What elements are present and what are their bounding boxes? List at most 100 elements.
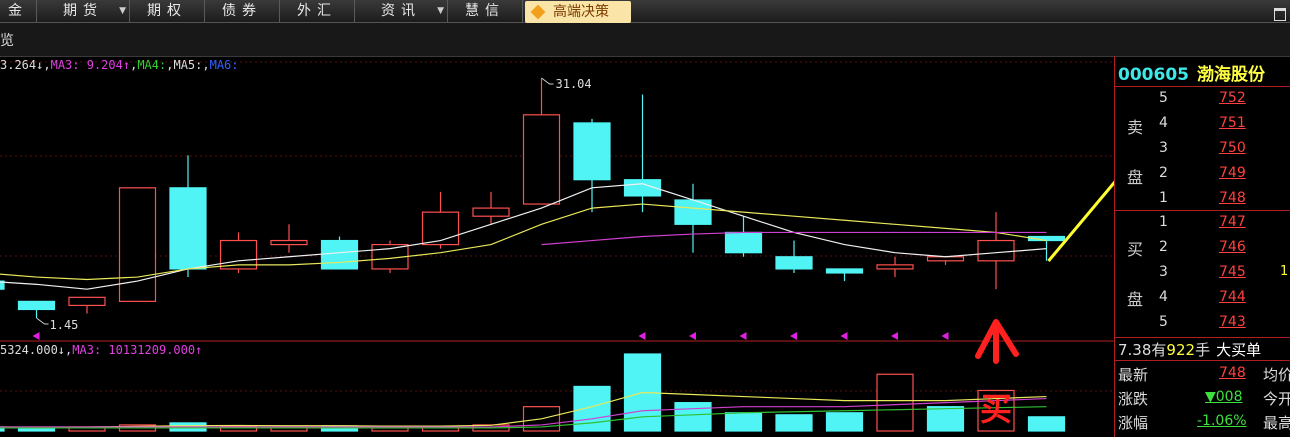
divider	[1115, 360, 1290, 361]
menu-item-futures[interactable]: 期货 ▼	[37, 0, 130, 22]
candle-body	[421, 211, 460, 246]
buy-level-number: 3	[1159, 264, 1168, 280]
dropdown-arrow-icon[interactable]: ▼	[437, 0, 444, 22]
volume-bar	[825, 412, 864, 432]
buy-level-price[interactable]: 746	[1219, 239, 1246, 255]
low-pointer	[36, 317, 49, 325]
stock-name: 渤海股份	[1196, 65, 1265, 85]
big-order-has: 有	[1151, 341, 1167, 359]
candle-body	[876, 264, 914, 270]
premium-label: 高端决策	[553, 4, 609, 20]
ma4-label: MA4:	[137, 58, 167, 72]
kline-chart[interactable]: 31.04 1.45 买	[0, 56, 1114, 437]
sell-level-price[interactable]: 750	[1219, 140, 1246, 156]
divider	[1115, 86, 1290, 87]
signal-marker-icon	[32, 332, 40, 340]
dropdown-arrow-icon[interactable]: ▼	[119, 0, 126, 22]
buy-level-number: 2	[1159, 239, 1168, 255]
buy-level-price[interactable]: 747	[1219, 214, 1246, 230]
divider	[1115, 337, 1290, 338]
candle-body	[775, 256, 813, 270]
sell-level-price[interactable]: 751	[1219, 115, 1246, 131]
high-pointer	[541, 77, 554, 85]
big-order-count: 922	[1166, 341, 1196, 359]
price-ma-legend: 3.264↓,MA3: 9.204↑,MA4:,MA5:,MA6:	[0, 58, 239, 72]
menu-item-news[interactable]: 资讯 ▼	[355, 0, 448, 22]
signal-marker-icon	[689, 332, 696, 340]
candle-body	[320, 239, 359, 270]
big-order-line[interactable]: 7.38有922手 大买单	[1118, 339, 1261, 360]
buy-label: 盘	[1127, 290, 1144, 309]
sell-level-price[interactable]: 752	[1219, 90, 1246, 106]
signal-marker-icon	[941, 332, 949, 340]
candle-body	[522, 114, 561, 205]
big-order-unit: 手	[1195, 341, 1211, 359]
sell-level-number: 4	[1159, 115, 1168, 131]
candle-body	[17, 300, 56, 311]
menu-item-bonds[interactable]: 债券	[205, 0, 280, 22]
ma5-label: MA5:	[173, 58, 203, 72]
vol-ma3-value: 10131209.000↑	[108, 343, 203, 357]
hand-drawn-buy-arrow-icon	[975, 319, 1019, 364]
sell-label: 盘	[1127, 168, 1144, 187]
volume-bar	[724, 412, 763, 432]
vol-ma2-value: 5324.000↓	[0, 343, 66, 357]
avg-label: 均价	[1263, 366, 1290, 384]
vol-ma3-label: MA3:	[72, 343, 102, 357]
big-order-text: 大买单	[1216, 341, 1262, 359]
sell-level-price[interactable]: 748	[1219, 190, 1246, 206]
latest-value: 748	[1219, 365, 1246, 381]
menu-label: 期权	[147, 3, 187, 19]
yellow-pointer-arrow	[1047, 180, 1114, 262]
menu-item-gold[interactable]: 金	[0, 0, 37, 22]
signal-marker-icon	[891, 332, 898, 340]
buy-level-price[interactable]: 743	[1219, 314, 1246, 330]
candle-body	[472, 207, 510, 217]
hand-drawn-buy-text: 买	[980, 390, 1012, 428]
sell-level-number: 1	[1159, 190, 1168, 206]
volume-bar	[775, 414, 813, 432]
change-label: 涨跌	[1118, 390, 1149, 408]
signal-marker-icon	[790, 332, 797, 340]
menu-item-forex[interactable]: 外汇	[280, 0, 355, 22]
menu-label: 期货	[63, 3, 103, 19]
diamond-icon	[530, 4, 546, 20]
candle-body	[977, 239, 1015, 262]
sell-level-price[interactable]: 749	[1219, 165, 1246, 181]
candle-body	[169, 187, 207, 270]
pct-value: -1.06%	[1197, 413, 1247, 429]
buy-level-price[interactable]: 745	[1219, 264, 1246, 280]
top-menu-bar: 金 期货 ▼ 期权 债券 外汇 资讯 ▼ 慧信 高端决策	[0, 0, 1290, 23]
volume-ma-legend: 5324.000↓,MA3: 10131209.000↑	[0, 343, 203, 357]
volume-bar	[674, 402, 712, 432]
menu-item-options[interactable]: 期权	[130, 0, 205, 22]
change-value: ▼008	[1205, 389, 1243, 405]
volume-bar	[1027, 416, 1066, 432]
signal-marker-icon	[840, 332, 848, 340]
sub-toolbar: 览	[0, 23, 1290, 57]
sell-level-number: 3	[1159, 140, 1168, 156]
menu-label: 外汇	[297, 3, 337, 19]
sell-level-number: 5	[1159, 90, 1168, 106]
sell-label: 卖	[1127, 118, 1144, 137]
ma3-value: 9.204↑	[86, 58, 131, 72]
buy-level-number: 4	[1159, 289, 1168, 305]
stock-title[interactable]: 000605 渤海股份	[1118, 60, 1265, 85]
window-restore-icon[interactable]	[1274, 8, 1286, 21]
stock-code: 000605	[1118, 65, 1189, 85]
high-label: 最高	[1263, 414, 1290, 432]
ma3-label: MA3:	[50, 58, 80, 72]
quote-panel: 000605 渤海股份 卖 盘 5 752 4 751 3 750 2 749 1 748 买 盘 …	[1114, 56, 1290, 437]
low-price-label: 1.45	[50, 318, 79, 332]
buy-level-number: 1	[1159, 214, 1168, 230]
premium-decision-button[interactable]: 高端决策	[525, 1, 631, 23]
menu-label: 金	[8, 3, 28, 19]
menu-item-huixin[interactable]: 慧信	[448, 0, 523, 22]
subbar-label[interactable]: 览	[0, 30, 14, 50]
candle-body	[118, 187, 157, 302]
buy-level-price[interactable]: 744	[1219, 289, 1246, 305]
signal-marker-icon	[739, 332, 747, 340]
buy-label: 买	[1127, 240, 1144, 259]
price-pane	[0, 78, 1066, 318]
menu-label: 资讯	[381, 3, 421, 19]
